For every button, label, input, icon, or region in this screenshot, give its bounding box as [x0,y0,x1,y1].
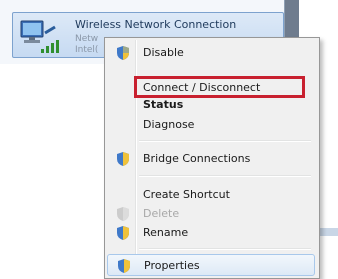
highlight-annotation-box [134,76,305,98]
connection-name: Wireless Network Connection [75,18,237,31]
shield-icon [115,206,131,222]
menu-item-label: Bridge Connections [143,152,251,165]
wireless-network-icon [19,19,67,55]
shield-icon [115,225,131,241]
menu-item-label: Diagnose [143,118,195,131]
shield-icon [115,45,131,61]
connection-status: Netw [75,34,99,44]
adapter-name: Intel( [75,45,99,55]
menu-item-diagnose[interactable]: Diagnose [107,114,315,136]
menu-item-rename[interactable]: Rename [107,222,315,244]
menu-item-label: Properties [144,259,200,272]
menu-separator [139,140,311,142]
menu-separator [139,248,311,250]
shield-icon [115,151,131,167]
menu-item-label: Delete [143,207,180,220]
menu-item-label: Disable [143,46,184,59]
context-menu: Disable Connect / Disconnect Status Diag… [104,37,320,279]
menu-item-label: Create Shortcut [143,188,230,201]
menu-separator [139,175,311,177]
shield-icon [116,258,132,274]
menu-item-bridge-connections[interactable]: Bridge Connections [107,148,315,170]
menu-item-label: Status [143,98,184,111]
menu-item-properties[interactable]: Properties [107,254,315,276]
menu-item-disable[interactable]: Disable [107,42,315,64]
background-window-fragment [320,228,338,236]
menu-item-label: Rename [143,226,189,239]
